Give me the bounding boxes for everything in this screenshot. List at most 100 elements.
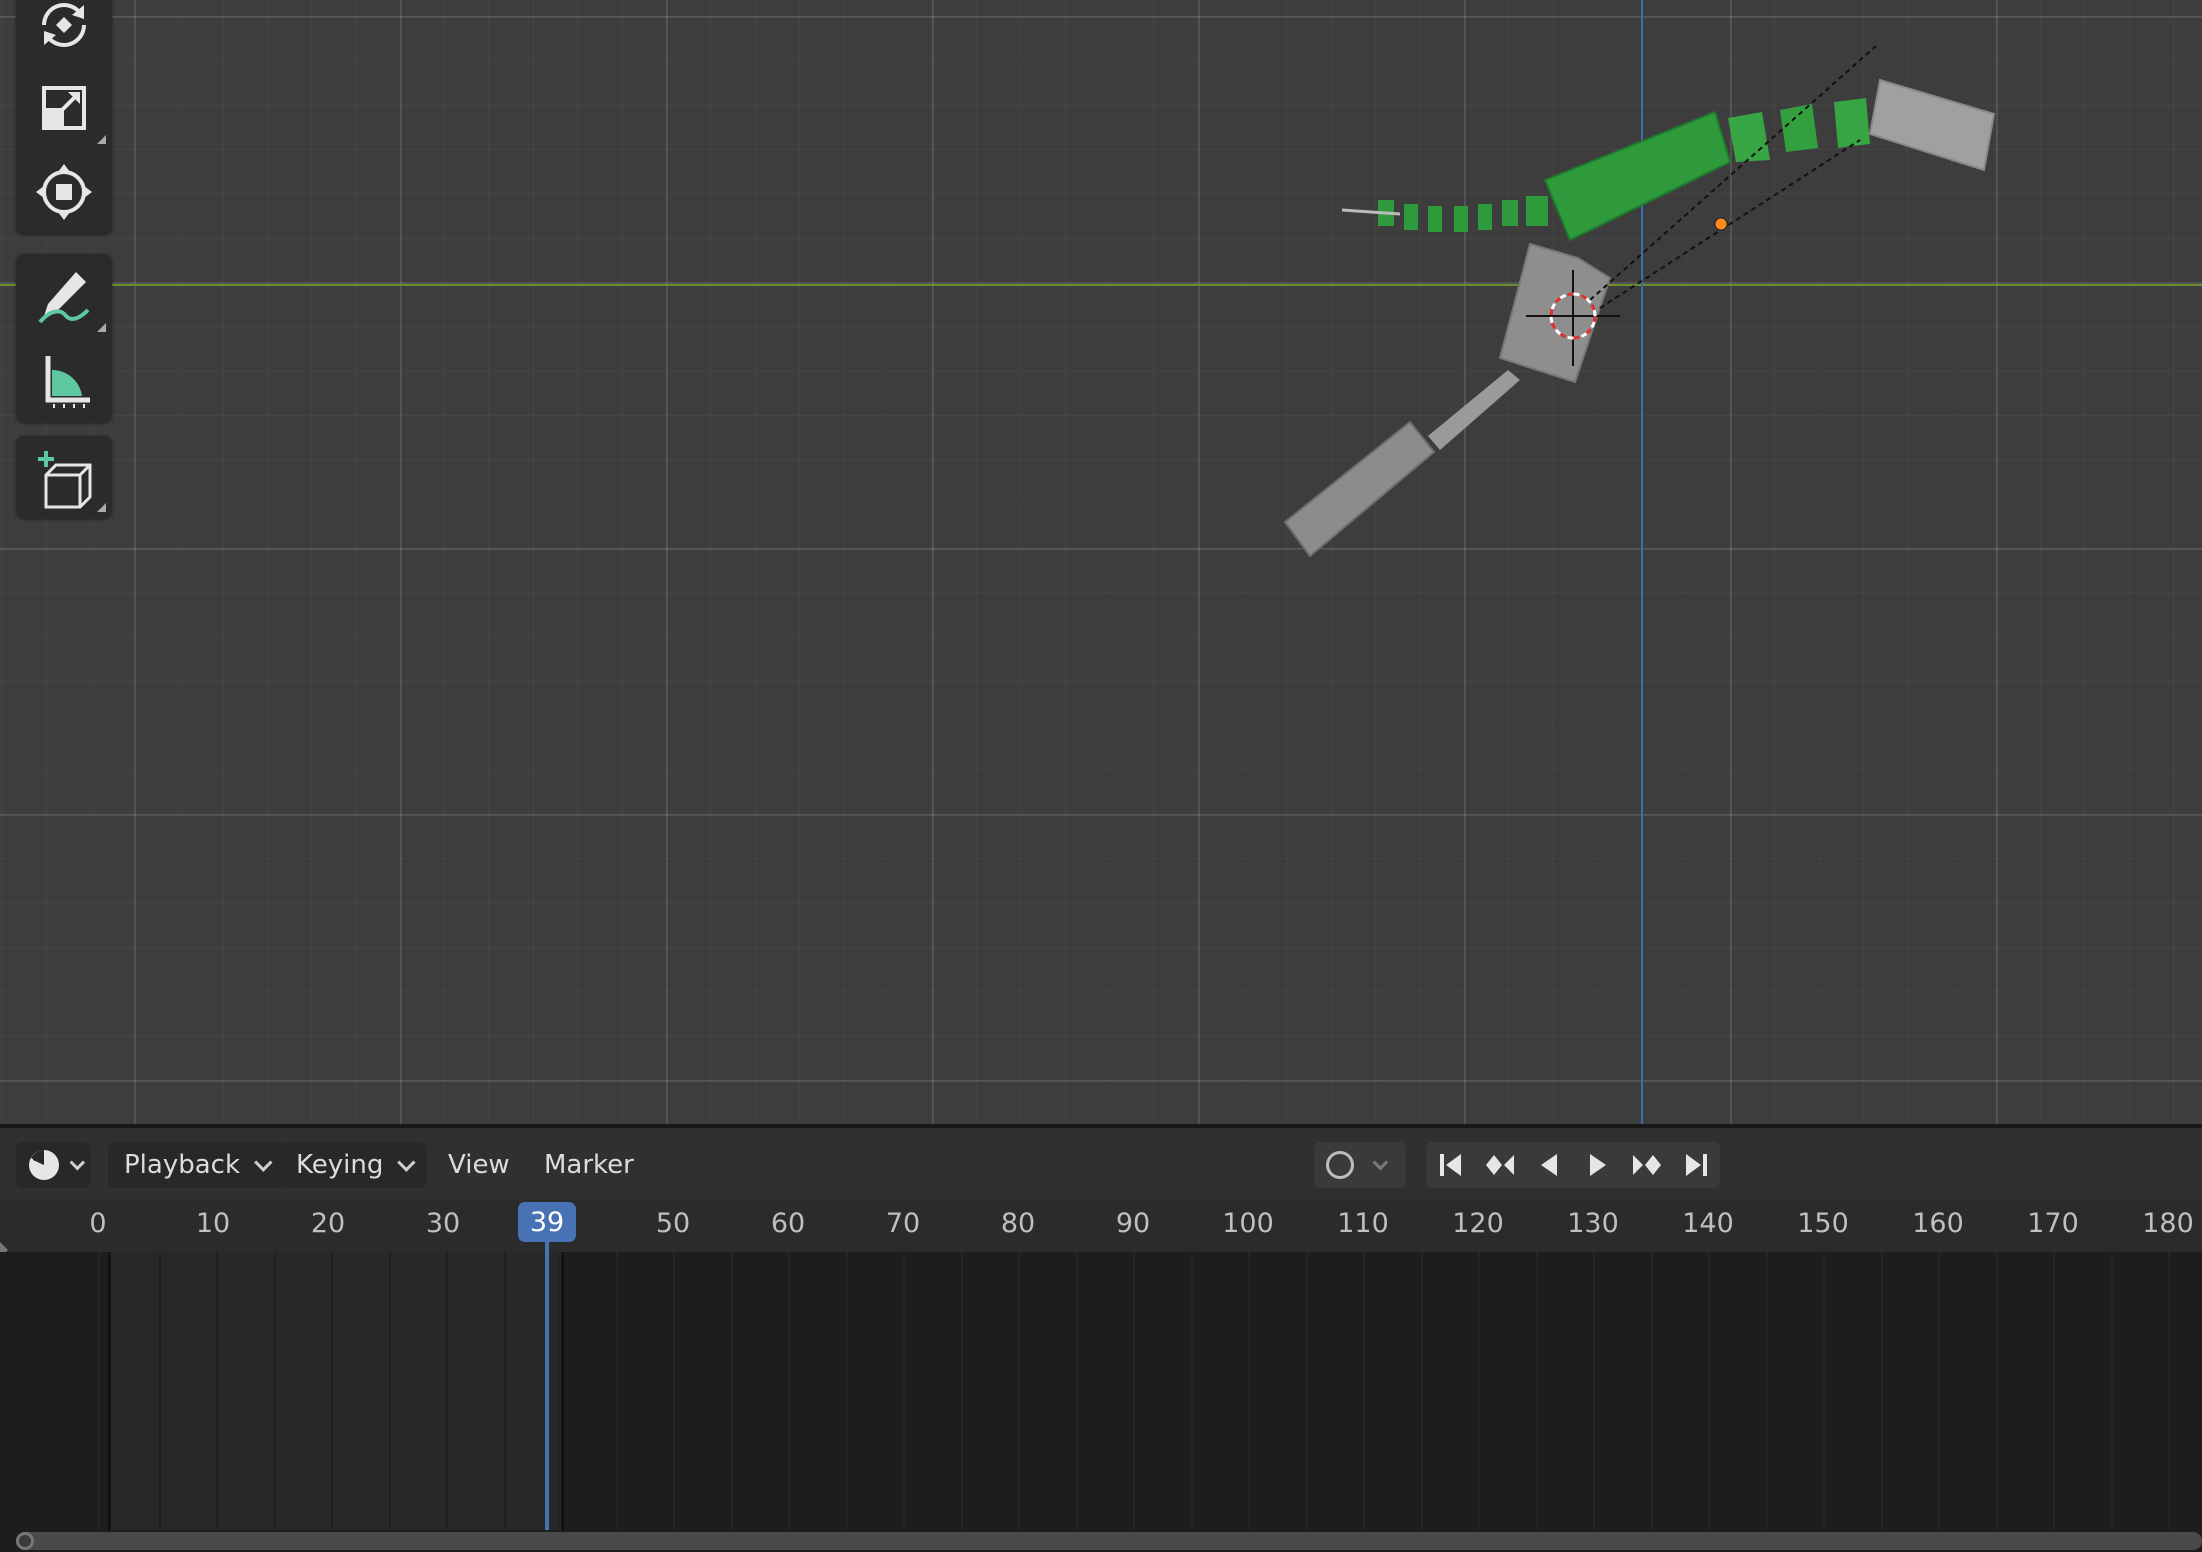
- frame-gridline: [845, 1252, 848, 1530]
- mesh-green-tail[interactable]: [1378, 196, 1548, 232]
- marker-menu[interactable]: Marker: [534, 1142, 644, 1188]
- timeline-tracks[interactable]: [0, 1252, 2202, 1530]
- frame-gridline: [788, 1252, 790, 1530]
- view-menu[interactable]: View: [438, 1142, 520, 1188]
- frame-gridline: [1823, 1252, 1825, 1530]
- frame-gridline: [158, 1252, 161, 1530]
- frame-gridline: [1765, 1252, 1768, 1530]
- tool-submenu-indicator: [97, 135, 106, 144]
- add-cube-icon: [38, 451, 92, 509]
- frame-gridline: [1995, 1252, 1998, 1530]
- frame-gridline: [2110, 1252, 2113, 1530]
- ruler-tick-label: 60: [770, 1208, 806, 1239]
- frame-gridline: [1075, 1252, 1078, 1530]
- frame-gridline: [615, 1252, 618, 1530]
- frame-gridline: [273, 1252, 276, 1530]
- mesh-lower-blade[interactable]: [1283, 420, 1436, 558]
- 3d-viewport[interactable]: [0, 0, 2202, 1124]
- frame-gridline: [558, 1252, 560, 1530]
- prev-keyframe-button[interactable]: [1475, 1142, 1524, 1188]
- annotate-pencil-icon: [38, 272, 90, 324]
- jump-start-icon: [1439, 1154, 1461, 1176]
- playback-menu[interactable]: Playback: [108, 1142, 284, 1188]
- scale-tool[interactable]: [16, 66, 112, 150]
- frame-gridline: [1018, 1252, 1020, 1530]
- frame-gridline: [1593, 1252, 1595, 1530]
- frame-gridline: [1420, 1252, 1423, 1530]
- ruler-tick-label: 30: [425, 1208, 461, 1239]
- clock-icon: [28, 1150, 59, 1180]
- light-object[interactable]: [1714, 217, 1728, 231]
- measure-tool[interactable]: [16, 338, 112, 422]
- keying-menu[interactable]: Keying: [280, 1142, 427, 1188]
- jump-start-button[interactable]: [1426, 1142, 1475, 1188]
- add-cube-tool[interactable]: [16, 436, 112, 518]
- frame-gridline: [1305, 1252, 1308, 1530]
- ruler-tick-label: 20: [310, 1208, 346, 1239]
- mesh-green-segment-3[interactable]: [1834, 98, 1870, 148]
- scale-icon: [42, 86, 86, 130]
- transform-icon: [36, 164, 92, 220]
- ruler-tick-label: 170: [2027, 1208, 2079, 1239]
- play-button[interactable]: [1573, 1142, 1622, 1188]
- auto-keying-toggle[interactable]: [1314, 1142, 1406, 1188]
- scene-objects[interactable]: [0, 0, 2202, 1124]
- timeline-header: Playback Keying View Marker: [0, 1124, 2202, 1200]
- mesh-green-body[interactable]: [1543, 110, 1732, 242]
- editor-type-button[interactable]: [16, 1142, 90, 1188]
- tool-submenu-indicator: [97, 503, 106, 512]
- ruler-tick-label: 120: [1452, 1208, 1504, 1239]
- record-circle-icon: [1326, 1151, 1354, 1179]
- chevron-down-icon: [69, 1154, 85, 1170]
- current-frame-indicator[interactable]: 39: [518, 1202, 576, 1242]
- frame-gridline: [1535, 1252, 1538, 1530]
- rotate-tool[interactable]: [16, 0, 112, 66]
- mesh-gray-cylinder[interactable]: [1868, 78, 1996, 172]
- measure-ruler-icon: [45, 356, 90, 408]
- frame-gridline: [1708, 1252, 1710, 1530]
- chevron-down-icon: [254, 1152, 273, 1172]
- ruler-tick-label: 180: [2142, 1208, 2194, 1239]
- ruler-tick-label: 80: [1000, 1208, 1036, 1239]
- frame-gridline: [2053, 1252, 2055, 1530]
- ruler-tick-label: 50: [655, 1208, 691, 1239]
- frame-ruler[interactable]: 0 10 20 30 50 60 70 80 90 100 110 120 130 140 150 160 17…: [0, 1200, 2202, 1252]
- frame-gridline: [1133, 1252, 1135, 1530]
- jump-end-button[interactable]: [1671, 1142, 1720, 1188]
- ruler-tick-label: 110: [1337, 1208, 1389, 1239]
- chevron-down-icon: [1372, 1154, 1389, 1170]
- next-keyframe-button[interactable]: [1622, 1142, 1671, 1188]
- tool-submenu-indicator: [97, 323, 106, 332]
- scrollbar-thumb[interactable]: [16, 1532, 2202, 1550]
- frame-gridline: [1363, 1252, 1365, 1530]
- ruler-tick-label: 130: [1567, 1208, 1619, 1239]
- playhead-line[interactable]: [545, 1226, 549, 1530]
- ruler-tick-label: 100: [1222, 1208, 1274, 1239]
- ruler-tick-label: 90: [1115, 1208, 1151, 1239]
- mesh-lower-shaft[interactable]: [1428, 370, 1520, 450]
- frame-gridline: [388, 1252, 391, 1530]
- frame-gridline: [446, 1252, 448, 1530]
- frame-gridline: [673, 1252, 675, 1530]
- tool-group-add: [16, 436, 112, 518]
- frame-gridline: [903, 1252, 905, 1530]
- annotate-tool[interactable]: [16, 254, 112, 338]
- frame-gridline: [216, 1252, 218, 1530]
- frame-gridline: [1880, 1252, 1883, 1530]
- mesh-green-segment[interactable]: [1728, 112, 1770, 162]
- frame-gridline: [1478, 1252, 1480, 1530]
- frame-gridline: [503, 1252, 506, 1530]
- view-menu-label: View: [448, 1150, 510, 1180]
- frame-gridline: [1650, 1252, 1653, 1530]
- timeline-scrollbar[interactable]: [0, 1530, 2202, 1552]
- play-reverse-button[interactable]: [1524, 1142, 1573, 1188]
- ruler-tick-label: 70: [885, 1208, 921, 1239]
- ruler-tick-label: 10: [195, 1208, 231, 1239]
- ruler-tick-label: 160: [1912, 1208, 1964, 1239]
- mesh-green-segment-2[interactable]: [1780, 104, 1818, 152]
- transform-tool[interactable]: [16, 150, 112, 234]
- chevron-down-icon: [397, 1152, 416, 1172]
- prev-keyframe-icon: [1485, 1155, 1514, 1175]
- frame-gridline: [730, 1252, 733, 1530]
- scrollbar-handle[interactable]: [16, 1532, 34, 1550]
